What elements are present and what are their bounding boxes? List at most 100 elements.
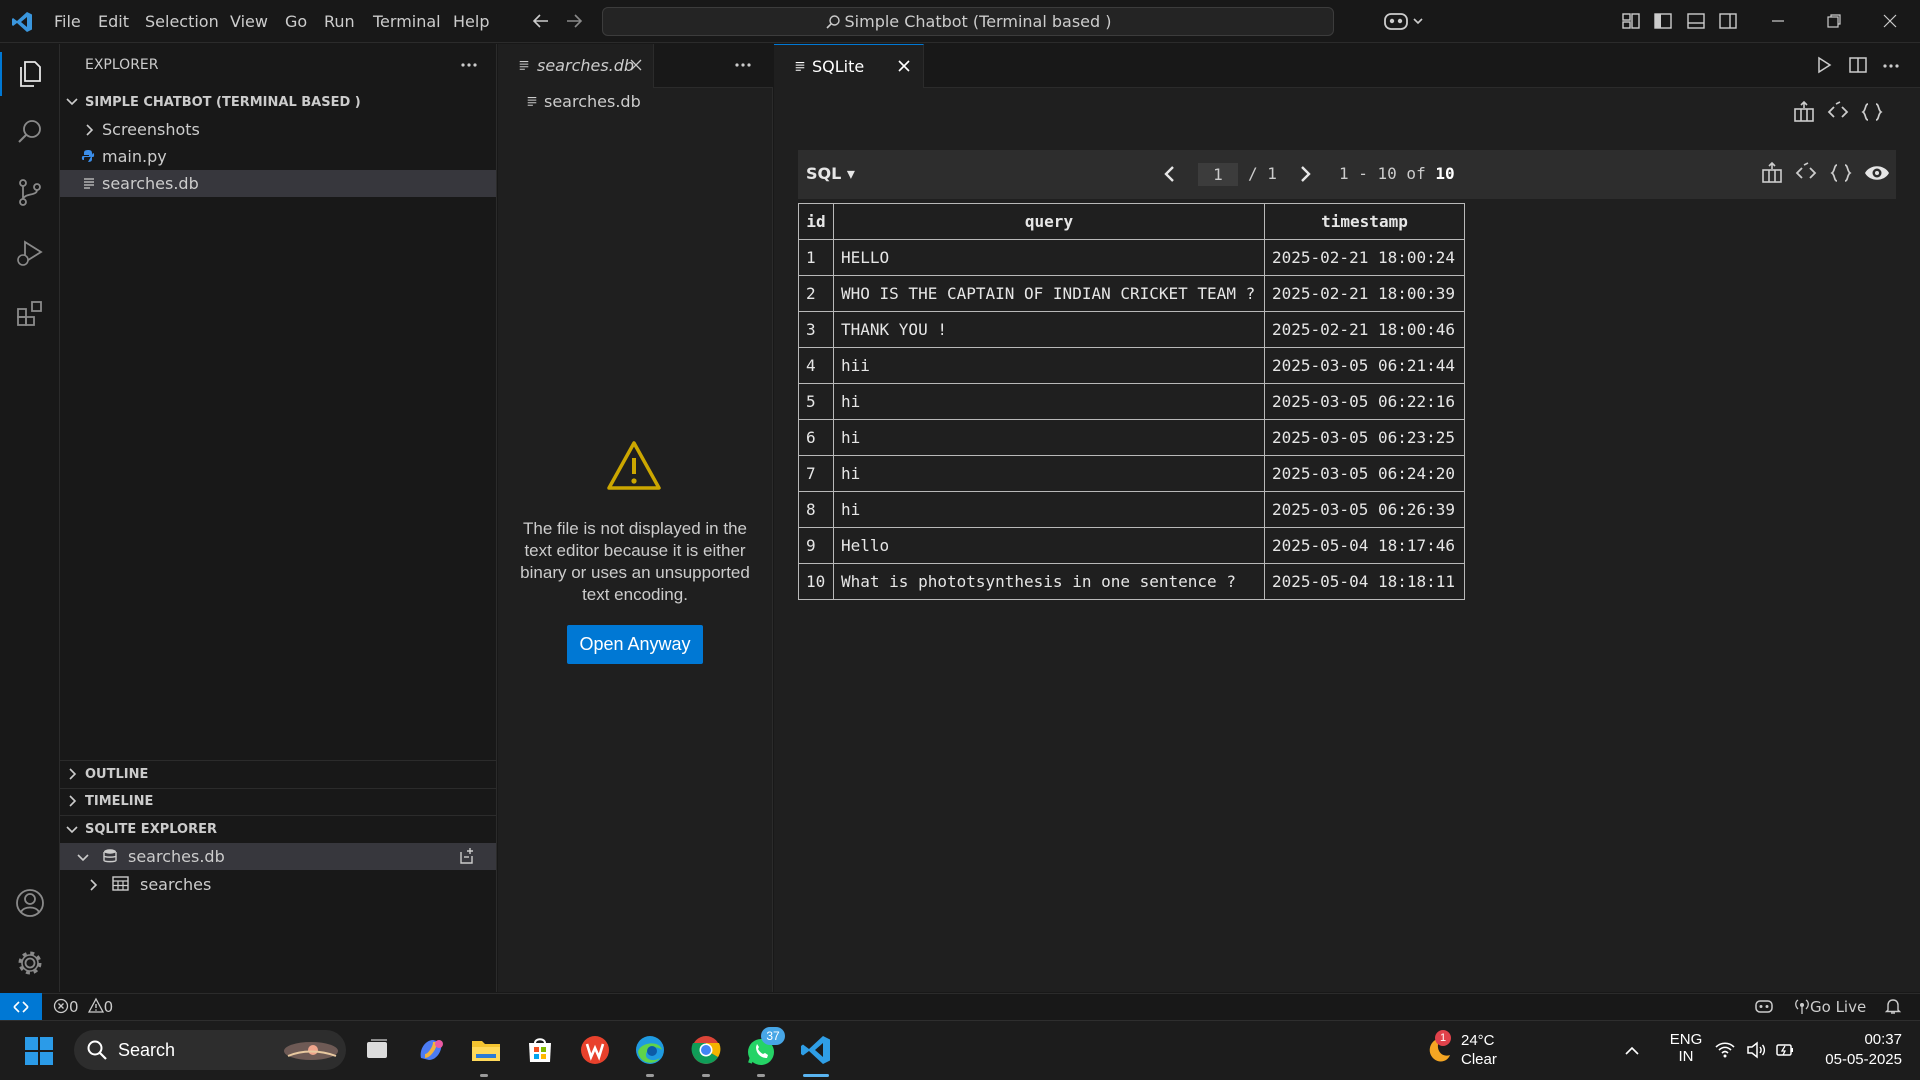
minimize-icon[interactable] (1768, 11, 1788, 31)
tab-searches-db[interactable]: searches.db (498, 44, 654, 88)
menu-selection[interactable]: Selection (141, 8, 223, 36)
more-actions-icon[interactable] (1880, 55, 1902, 77)
search-icon (86, 1039, 108, 1061)
remote-indicator[interactable] (0, 993, 42, 1020)
chevron-right-icon[interactable] (64, 793, 80, 809)
file-explorer-icon[interactable] (466, 1030, 506, 1070)
workspace-folder-header[interactable]: SIMPLE CHATBOT (TERMINAL BASED ) (85, 95, 361, 110)
toggle-primary-sidebar-icon[interactable] (1653, 11, 1673, 31)
export-json-icon[interactable] (1829, 161, 1853, 185)
chrome-browser-icon[interactable] (686, 1030, 726, 1070)
menu-file[interactable]: File (50, 8, 85, 36)
task-view-icon[interactable] (357, 1030, 397, 1070)
export-html-icon[interactable] (1826, 100, 1850, 124)
command-center-search[interactable]: Simple Chatbot (Terminal based ) (602, 7, 1334, 36)
more-actions-icon[interactable] (458, 54, 480, 76)
close-icon[interactable] (628, 57, 644, 73)
sqlite-tree-db[interactable]: searches.db (60, 843, 496, 870)
explorer-icon[interactable] (13, 57, 47, 91)
whatsapp-icon[interactable]: 37 (741, 1027, 785, 1070)
sqlite-tree-table[interactable]: searches (60, 871, 496, 898)
close-window-icon[interactable] (1880, 11, 1900, 31)
search-icon[interactable] (13, 115, 47, 149)
tab-sqlite[interactable]: SQLite (774, 44, 924, 88)
wifi-icon[interactable] (1714, 1039, 1736, 1061)
menu-go[interactable]: Go (281, 8, 311, 36)
new-query-icon[interactable] (458, 847, 476, 865)
vscode-taskbar-icon[interactable] (796, 1030, 836, 1070)
cell-timestamp: 2025-03-05 06:24:20 (1264, 455, 1465, 492)
cell-id: 3 (798, 311, 834, 348)
customize-layout-icon[interactable] (1621, 11, 1641, 31)
toggle-secondary-sidebar-icon[interactable] (1718, 11, 1738, 31)
restore-icon[interactable] (1824, 11, 1844, 31)
sqlite-explorer-section-header[interactable]: SQLITE EXPLORER (85, 822, 217, 837)
export-csv-icon[interactable] (1792, 100, 1816, 124)
input-language[interactable]: ENG IN (1666, 1031, 1706, 1065)
close-icon[interactable] (896, 58, 912, 74)
clock-time: 00:37 (1864, 1031, 1902, 1048)
bell-icon[interactable] (1884, 997, 1902, 1015)
divider (60, 788, 497, 789)
column-header-timestamp[interactable]: timestamp (1264, 203, 1465, 240)
run-and-debug-icon[interactable] (13, 236, 47, 270)
table-row: 1 HELLO 2025-02-21 18:00:24 (798, 239, 1465, 276)
cell-timestamp: 2025-03-05 06:21:44 (1264, 347, 1465, 384)
menu-help[interactable]: Help (449, 8, 493, 36)
volume-icon[interactable] (1745, 1039, 1767, 1061)
system-clock[interactable]: 00:37 05-05-2025 (1812, 1030, 1902, 1070)
column-header-query[interactable]: query (833, 203, 1265, 240)
microsoft-store-icon[interactable] (520, 1030, 560, 1070)
eye-icon[interactable] (1864, 161, 1890, 185)
taskbar-search-box[interactable]: Search (74, 1030, 346, 1070)
copilot-app-icon[interactable] (411, 1030, 451, 1070)
page-number-input[interactable]: 1 (1198, 163, 1238, 186)
problems-indicator[interactable]: 0 0 (53, 997, 113, 1016)
tree-item-label: searches.db (102, 174, 199, 193)
menu-run[interactable]: Run (320, 8, 359, 36)
more-actions-icon[interactable] (732, 54, 754, 76)
menu-terminal[interactable]: Terminal (369, 8, 445, 36)
extensions-icon[interactable] (13, 297, 47, 331)
outline-section-header[interactable]: OUTLINE (85, 767, 148, 782)
cell-timestamp: 2025-02-21 18:00:24 (1264, 239, 1465, 276)
running-app-indicator (480, 1074, 488, 1077)
source-control-icon[interactable] (13, 175, 47, 209)
tree-item-main-py[interactable]: main.py (60, 143, 496, 170)
export-html-icon[interactable] (1794, 161, 1818, 185)
tree-item-searches-db[interactable]: searches.db (60, 170, 496, 197)
arrow-left-icon[interactable] (530, 10, 552, 32)
chevron-right-icon[interactable] (64, 766, 80, 782)
split-editor-icon[interactable] (1848, 55, 1868, 75)
previous-page-icon[interactable] (1161, 164, 1179, 184)
chevron-down-icon[interactable] (64, 821, 80, 837)
menu-edit[interactable]: Edit (94, 8, 133, 36)
export-json-icon[interactable] (1860, 100, 1884, 124)
export-csv-icon[interactable] (1760, 161, 1784, 185)
copilot-icon[interactable] (1382, 9, 1430, 33)
run-icon[interactable] (1814, 55, 1834, 75)
accounts-icon[interactable] (13, 886, 47, 920)
breadcrumb[interactable]: searches.db (544, 92, 641, 111)
cell-query: hi (833, 491, 1265, 528)
column-header-id[interactable]: id (798, 203, 834, 240)
gear-icon[interactable] (13, 946, 47, 980)
next-page-icon[interactable] (1296, 164, 1314, 184)
show-hidden-icons-chevron-icon[interactable] (1621, 1040, 1643, 1062)
windows-start-icon[interactable] (24, 1036, 54, 1066)
edge-browser-icon[interactable] (630, 1030, 670, 1070)
toggle-panel-icon[interactable] (1686, 11, 1706, 31)
battery-icon[interactable] (1774, 1039, 1796, 1061)
chevron-down-icon[interactable] (64, 93, 80, 109)
menu-view[interactable]: View (226, 8, 272, 36)
tree-item-screenshots[interactable]: Screenshots (60, 116, 496, 143)
cell-id: 10 (798, 563, 834, 600)
copilot-status-icon[interactable] (1754, 997, 1774, 1015)
timeline-section-header[interactable]: TIMELINE (85, 794, 153, 809)
sql-mode-toggle[interactable]: SQL ▾ (806, 164, 855, 183)
go-live-button[interactable]: Go Live (1794, 997, 1866, 1016)
arrow-right-icon[interactable] (563, 10, 585, 32)
open-anyway-button[interactable]: Open Anyway (567, 625, 703, 664)
wps-office-icon[interactable] (575, 1030, 615, 1070)
weather-widget[interactable]: 1 24°C Clear (1420, 1030, 1530, 1070)
